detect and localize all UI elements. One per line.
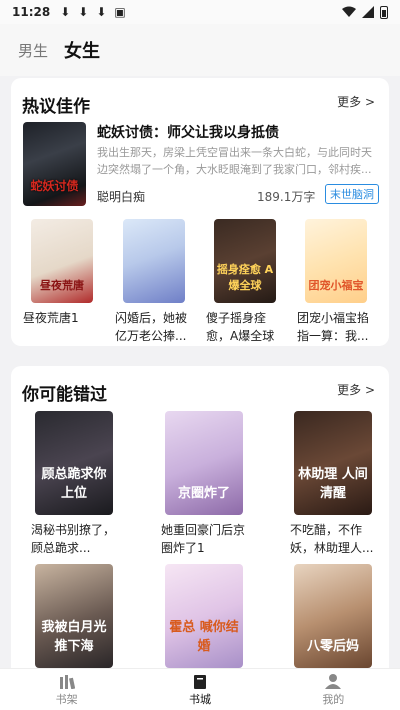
download-icon: ⬇ bbox=[60, 5, 71, 19]
genre-tag[interactable]: 末世脑洞 bbox=[325, 184, 379, 204]
book-name[interactable]: 昼夜荒唐1 bbox=[23, 309, 101, 345]
download-icon: ⬇ bbox=[78, 5, 89, 19]
hot-section: 热议佳作 更多 > 蛇妖讨债 蛇妖讨债：师父让我以身抵债 我出生那天，房梁上凭空… bbox=[11, 78, 389, 346]
book-name[interactable]: 闪婚后，她被亿万老公捧... bbox=[115, 309, 193, 345]
book-cover[interactable]: 八零后妈 bbox=[294, 564, 372, 668]
more-link[interactable]: 更多 > bbox=[337, 381, 375, 398]
tab-female[interactable]: 女生 bbox=[64, 37, 100, 63]
user-icon bbox=[325, 673, 342, 689]
book-name[interactable]: 渴秘书别撩了，顾总跪求... bbox=[31, 521, 123, 557]
book-item[interactable]: 闪婚后，她被亿万老公捧... bbox=[115, 219, 193, 345]
missed-section: 你可能错过 更多 > 顾总跪求你上位 渴秘书别撩了，顾总跪求... 京圈炸了 她… bbox=[11, 366, 389, 686]
book-author: 聪明白痴 bbox=[97, 190, 146, 204]
nav-profile[interactable]: 我的 bbox=[267, 669, 400, 710]
book-item[interactable]: 摇身痊愈 A爆全球 傻子摇身痊愈，A爆全球 bbox=[206, 219, 284, 345]
book-cover[interactable]: 霍总 喊你结婚 bbox=[165, 564, 243, 668]
book-name[interactable]: 团宠小福宝掐指一算：我... bbox=[297, 309, 375, 345]
cover-text: 八零后妈 bbox=[306, 639, 359, 654]
book-cover[interactable]: 京圈炸了 bbox=[165, 411, 243, 515]
bottom-nav: 书架 书城 我的 bbox=[0, 668, 400, 710]
cover-text: 京圈炸了 bbox=[177, 486, 230, 501]
cover-text: 摇身痊愈 A爆全球 bbox=[216, 263, 274, 292]
book-item[interactable]: 团宠小福宝 团宠小福宝掐指一算：我... bbox=[297, 219, 375, 345]
cover-text: 团宠小福宝 bbox=[308, 279, 364, 292]
cover-text: 林助理 人间清醒 bbox=[298, 467, 368, 501]
book-title[interactable]: 蛇妖讨债：师父让我以身抵债 bbox=[97, 122, 279, 142]
download-icon: ⬇ bbox=[96, 5, 107, 19]
status-bar: 11:28 ⬇ ⬇ ⬇ ▣ bbox=[0, 0, 400, 24]
channel-tabs: 男生 女生 bbox=[0, 24, 400, 76]
wifi-icon bbox=[342, 6, 356, 17]
book-cover[interactable] bbox=[123, 219, 185, 303]
book-name[interactable]: 不吃醋，不作妖，林助理人... bbox=[290, 521, 382, 557]
nav-label: 书城 bbox=[188, 692, 211, 706]
book-cover[interactable]: 我被白月光推下海 bbox=[35, 564, 113, 668]
signal-icon bbox=[362, 6, 374, 18]
bookshelf-icon bbox=[59, 673, 75, 689]
book-item[interactable]: 昼夜荒唐 昼夜荒唐1 bbox=[23, 219, 101, 345]
nav-label: 书架 bbox=[55, 692, 78, 706]
book-item[interactable]: 顾总跪求你上位 渴秘书别撩了，顾总跪求... bbox=[27, 411, 137, 557]
book-item[interactable]: 京圈炸了 她重回豪门后京圈炸了1 bbox=[157, 411, 267, 557]
cover-text: 我被白月光推下海 bbox=[41, 620, 107, 654]
book-cover[interactable]: 摇身痊愈 A爆全球 bbox=[214, 219, 276, 303]
book-item[interactable]: 林助理 人间清醒 不吃醋，不作妖，林助理人... bbox=[286, 411, 396, 557]
nav-bookstore[interactable]: 书城 bbox=[133, 669, 266, 710]
status-time: 11:28 bbox=[12, 5, 51, 19]
more-link[interactable]: 更多 > bbox=[337, 93, 375, 110]
nav-label: 我的 bbox=[322, 692, 345, 706]
tab-male[interactable]: 男生 bbox=[18, 40, 48, 61]
book-name[interactable]: 傻子摇身痊愈，A爆全球 bbox=[206, 309, 284, 345]
featured-book[interactable]: 蛇妖讨债 蛇妖讨债：师父让我以身抵债 我出生那天，房梁上凭空冒出来一条大白蛇，与… bbox=[23, 122, 379, 208]
cover-text: 蛇妖讨债 bbox=[30, 179, 79, 193]
section-title: 你可能错过 bbox=[22, 385, 107, 405]
battery-icon bbox=[380, 5, 388, 19]
book-cover[interactable]: 林助理 人间清醒 bbox=[294, 411, 372, 515]
cover-text: 霍总 喊你结婚 bbox=[169, 620, 239, 654]
book-description: 我出生那天，房梁上凭空冒出来一条大白蛇，与此同时天边突然塌了一个角，大水眨眼淹到… bbox=[97, 146, 372, 176]
book-cover[interactable]: 昼夜荒唐 bbox=[31, 219, 93, 303]
section-title: 热议佳作 bbox=[22, 97, 90, 117]
app-notification-icon: ▣ bbox=[114, 5, 126, 19]
cover-text: 顾总跪求你上位 bbox=[41, 467, 107, 501]
cover-text: 昼夜荒唐 bbox=[40, 279, 84, 292]
book-name[interactable]: 她重回豪门后京圈炸了1 bbox=[161, 521, 253, 557]
book-word-count: 189.1万字 bbox=[257, 190, 316, 204]
book-cover[interactable]: 蛇妖讨债 bbox=[23, 122, 86, 206]
book-cover[interactable]: 团宠小福宝 bbox=[305, 219, 367, 303]
book-icon bbox=[193, 673, 206, 689]
book-cover[interactable]: 顾总跪求你上位 bbox=[35, 411, 113, 515]
nav-bookshelf[interactable]: 书架 bbox=[0, 669, 133, 710]
